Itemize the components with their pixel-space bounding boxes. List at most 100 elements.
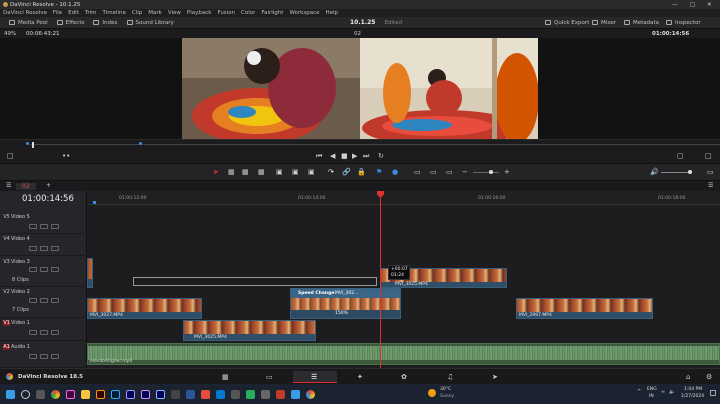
dropdown-icon[interactable]: •• <box>62 152 70 160</box>
menu-item-file[interactable]: File <box>53 10 62 16</box>
v2-clip-a[interactable]: MVI_3027.MP4 <box>87 298 202 319</box>
track-lock-icon[interactable] <box>29 354 37 359</box>
track-header-v2[interactable]: V2 Video 2 7 Clips <box>0 287 87 318</box>
track-enable-icon[interactable] <box>51 246 59 251</box>
tray-chevron-icon[interactable]: ^ <box>637 389 641 395</box>
track-id[interactable]: V3 <box>3 259 10 265</box>
index-button[interactable]: Index <box>93 20 118 26</box>
xd-icon[interactable] <box>66 389 75 399</box>
track-auto-icon[interactable] <box>40 330 48 335</box>
search-icon[interactable] <box>21 389 30 399</box>
app-icon[interactable] <box>261 389 270 399</box>
track-header-a1[interactable]: A1 Audio 1 <box>0 341 87 368</box>
scrubber-handle[interactable] <box>32 142 34 148</box>
app-icon[interactable] <box>231 389 240 399</box>
track-enable-icon[interactable] <box>51 267 59 272</box>
track-id[interactable]: V4 <box>3 236 10 242</box>
close-icon[interactable]: ✕ <box>707 2 712 8</box>
track-lock-icon[interactable] <box>29 224 37 229</box>
marker-icon[interactable]: ● <box>392 168 398 176</box>
track-enable-icon[interactable] <box>51 330 59 335</box>
volume-slider-handle[interactable] <box>688 170 692 174</box>
menu-item-clip[interactable]: Clip <box>132 10 142 16</box>
speaker-icon[interactable]: 🔊 <box>650 168 659 176</box>
flag-icon[interactable]: ⚑ <box>376 168 382 176</box>
media-page-icon[interactable]: ▦ <box>222 373 229 381</box>
lang-2[interactable]: IN <box>649 394 654 399</box>
media-encoder-icon[interactable] <box>156 389 165 399</box>
menu-item-edit[interactable]: Edit <box>68 10 79 16</box>
zoom-slider[interactable] <box>473 172 499 173</box>
stop-icon[interactable]: ■ <box>341 152 348 160</box>
wifi-icon[interactable]: ≈ <box>661 389 665 395</box>
link-icon[interactable]: 🔗 <box>342 168 351 176</box>
play-icon[interactable]: ▶ <box>352 152 357 160</box>
overwrite-clip-icon[interactable]: ▣ <box>292 168 299 176</box>
viewer-options-icon[interactable]: □ <box>705 152 712 160</box>
fusion-page-icon[interactable]: ✦ <box>357 373 363 381</box>
track-header-v5[interactable]: V5 Video 5 <box>0 212 87 234</box>
trim-tool-icon[interactable]: ▦ <box>228 168 235 176</box>
track-id[interactable]: A1 <box>3 344 10 350</box>
app-icon[interactable] <box>276 389 285 399</box>
track-enable-icon[interactable] <box>51 224 59 229</box>
track-solo-icon[interactable] <box>40 354 48 359</box>
insert-clip-icon[interactable]: ▣ <box>276 168 283 176</box>
after-effects-icon[interactable] <box>141 389 150 399</box>
timeline-tab[interactable]: 02 <box>16 183 36 190</box>
cut-page-icon[interactable]: ▭ <box>266 373 273 381</box>
timeline-options-icon[interactable]: ☰ <box>708 182 713 189</box>
zoom-detail-icon[interactable]: ▭ <box>430 168 437 176</box>
track-id[interactable]: V5 <box>3 214 10 220</box>
v2-clip-c[interactable]: MVI_2997.MP4 <box>516 298 653 319</box>
media-pool-button[interactable]: Media Pool <box>9 20 48 26</box>
menu-item-fairlight[interactable]: Fairlight <box>261 10 283 16</box>
track-auto-icon[interactable] <box>40 298 48 303</box>
marker-blue-icon[interactable] <box>93 201 96 204</box>
zoom-in-icon[interactable]: + <box>504 168 510 176</box>
skip-forward-icon[interactable]: ⏭ <box>363 152 369 161</box>
v2-speed-clip[interactable]: Speed Change MVI_302... 150% <box>290 288 401 319</box>
menu-item-trim[interactable]: Trim <box>85 10 97 16</box>
zoom-full-icon[interactable]: ▭ <box>414 168 421 176</box>
notification-icon[interactable] <box>710 390 716 396</box>
app-icon[interactable] <box>291 389 300 399</box>
playhead[interactable] <box>380 191 381 368</box>
metadata-button[interactable]: Metadata <box>624 20 659 26</box>
audio-meter-icon[interactable]: ▭ <box>707 168 714 176</box>
video-viewer[interactable] <box>0 38 720 139</box>
quick-export-button[interactable]: Quick Export <box>545 20 589 26</box>
menu-item-mark[interactable]: Mark <box>148 10 162 16</box>
settings-icon[interactable]: ⚙ <box>706 373 712 381</box>
track-lock-icon[interactable] <box>29 267 37 272</box>
track-header-v1[interactable]: V1 Video 1 <box>0 318 87 341</box>
app-icon[interactable] <box>201 389 210 399</box>
scrubber-track[interactable] <box>30 144 720 145</box>
maximize-icon[interactable]: □ <box>690 2 695 8</box>
lock-icon[interactable]: 🔒 <box>357 168 366 176</box>
fairlight-page-icon[interactable]: ♫ <box>447 373 453 381</box>
track-header-v3[interactable]: V3 Video 3 8 Clips <box>0 256 87 287</box>
track-lock-icon[interactable] <box>29 298 37 303</box>
track-auto-icon[interactable] <box>40 267 48 272</box>
edit-page-icon[interactable]: ☰ <box>311 373 317 381</box>
minimize-icon[interactable]: — <box>672 2 678 8</box>
viewer-mode-icon[interactable]: □ <box>7 152 14 160</box>
app-icon[interactable] <box>216 389 225 399</box>
menu-item-color[interactable]: Color <box>241 10 255 16</box>
speed-change-range[interactable] <box>133 277 377 286</box>
zoom-out-icon[interactable]: − <box>462 168 468 176</box>
app-icon[interactable] <box>186 389 195 399</box>
track-mute-icon[interactable] <box>51 354 59 359</box>
premiere-icon[interactable] <box>126 389 135 399</box>
app-icon[interactable] <box>246 389 255 399</box>
track-lock-icon[interactable] <box>29 330 37 335</box>
track-id[interactable]: V1 <box>3 320 10 326</box>
menu-item-view[interactable]: View <box>168 10 181 16</box>
v1-clip[interactable]: MVI_3025.MP4 <box>183 320 316 341</box>
blade-tool-icon[interactable]: ▦ <box>258 168 265 176</box>
track-lock-icon[interactable] <box>29 246 37 251</box>
track-auto-icon[interactable] <box>40 224 48 229</box>
weather-icon[interactable] <box>428 389 436 397</box>
task-view-icon[interactable] <box>36 389 45 399</box>
